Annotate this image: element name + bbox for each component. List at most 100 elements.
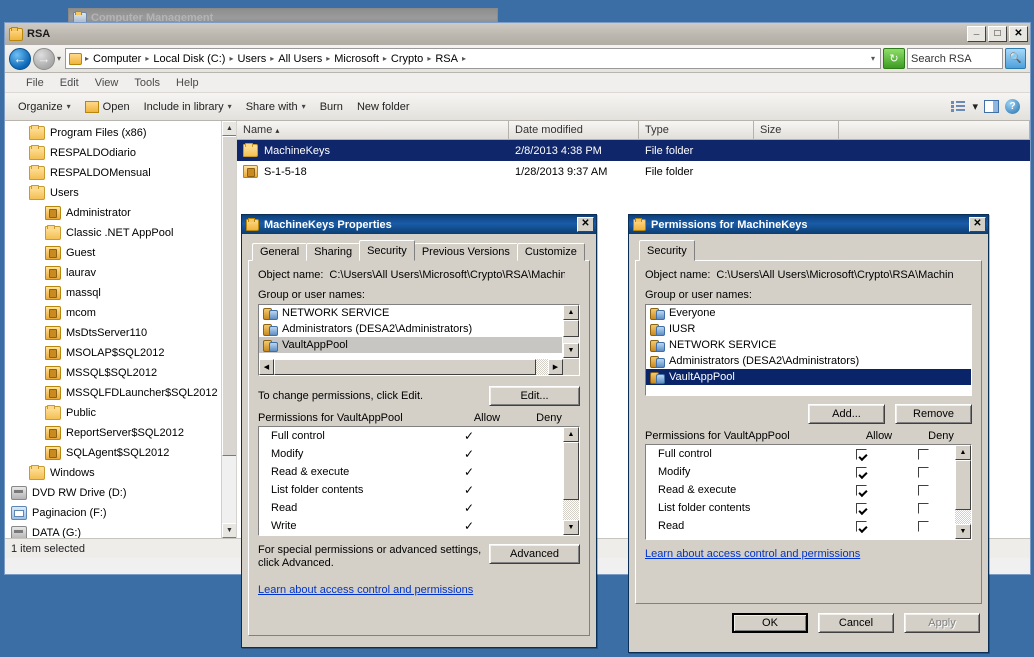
chevron-down-icon[interactable]: ▾ — [972, 100, 978, 113]
preview-pane-icon[interactable] — [984, 100, 999, 113]
allow-checkbox[interactable] — [855, 484, 867, 496]
permissions-close-button[interactable]: ✕ — [969, 217, 986, 232]
menu-help[interactable]: Help — [169, 76, 206, 90]
permissions-vscrollbar[interactable]: ▲ ▼ — [955, 445, 971, 539]
allow-checkbox[interactable] — [855, 448, 867, 460]
minimize-button[interactable]: _ — [967, 26, 986, 42]
menu-tools[interactable]: Tools — [127, 76, 167, 90]
ok-button[interactable]: OK — [732, 613, 808, 633]
column-header-name[interactable]: Name ▴ — [237, 121, 509, 139]
perm-scroll-up-button[interactable]: ▲ — [955, 445, 971, 460]
burn-button[interactable]: Burn — [313, 98, 350, 116]
list-item[interactable]: VaultAppPool — [646, 369, 971, 385]
tree-item-data-g[interactable]: DATA (G:) — [5, 523, 236, 538]
permission-row[interactable]: Modify — [646, 463, 954, 481]
breadcrumb-item-local-disk[interactable]: Local Disk (C:) — [150, 53, 228, 65]
nav-scroll-down-button[interactable]: ▼ — [222, 523, 236, 538]
allow-checkbox[interactable] — [855, 502, 867, 514]
forward-button[interactable]: → — [33, 47, 55, 70]
tab-sharing[interactable]: Sharing — [306, 243, 361, 261]
permission-row[interactable]: Write ✓ — [259, 517, 562, 535]
tree-item-dvd-rw-drive-d[interactable]: DVD RW Drive (D:) — [5, 483, 236, 503]
cancel-button[interactable]: Cancel — [818, 613, 894, 633]
tree-item-users[interactable]: Users — [5, 183, 236, 203]
tab-general[interactable]: General — [252, 243, 308, 261]
permission-row[interactable]: Full control ✓ — [259, 427, 562, 445]
tab-security[interactable]: Security — [639, 240, 695, 261]
share-with-button[interactable]: Share with ▾ — [239, 98, 313, 116]
tree-item-respaldomensual[interactable]: RESPALDOMensual — [5, 163, 236, 183]
permission-row[interactable]: Read ✓ — [259, 499, 562, 517]
allow-cell[interactable] — [830, 502, 892, 514]
learn-about-access-control-link[interactable]: Learn about access control and permissio… — [645, 548, 860, 560]
deny-cell[interactable] — [892, 484, 954, 496]
tree-item-msdtsserver110[interactable]: MsDtsServer110 — [5, 323, 236, 343]
group-list-vscrollbar[interactable]: ▲ ▼ — [563, 305, 579, 358]
breadcrumb-item-microsoft[interactable]: Microsoft — [331, 53, 382, 65]
search-icon[interactable]: 🔍 — [1005, 48, 1026, 69]
perm-scroll-thumb[interactable] — [563, 442, 579, 500]
apply-button[interactable]: Apply — [904, 613, 980, 633]
perm-scroll-down-button[interactable]: ▼ — [955, 524, 971, 539]
permissions-for-machinekeys-dialog[interactable]: Permissions for MachineKeys ✕ Security O… — [628, 214, 989, 653]
learn-about-access-control-link[interactable]: Learn about access control and permissio… — [258, 584, 473, 596]
advanced-button[interactable]: Advanced — [489, 544, 580, 564]
table-row[interactable]: S-1-5-18 1/28/2013 9:37 AM File folder — [237, 161, 1030, 182]
permission-row[interactable]: Modify ✓ — [259, 445, 562, 463]
list-item[interactable]: IUSR — [646, 321, 971, 337]
perm-scroll-up-button[interactable]: ▲ — [563, 427, 579, 442]
maximize-button[interactable]: □ — [988, 26, 1007, 42]
nav-scroll-thumb[interactable] — [222, 136, 236, 456]
permission-row[interactable]: Read — [646, 517, 954, 535]
list-item[interactable]: NETWORK SERVICE — [259, 305, 562, 321]
deny-cell[interactable] — [892, 448, 954, 460]
include-in-library-button[interactable]: Include in library ▾ — [137, 98, 239, 116]
nav-scroll-up-button[interactable]: ▲ — [222, 121, 236, 136]
tree-item-public[interactable]: Public — [5, 403, 236, 423]
group-hscroll-thumb[interactable] — [274, 359, 536, 375]
edit-button[interactable]: Edit... — [489, 386, 580, 406]
permissions-list[interactable]: Full control Modify Read & execute List fol… — [645, 444, 972, 540]
perm-scroll-thumb[interactable] — [955, 460, 971, 510]
tree-item-respaldodiario[interactable]: RESPALDOdiario — [5, 143, 236, 163]
allow-cell[interactable] — [830, 520, 892, 532]
allow-cell[interactable] — [830, 448, 892, 460]
tree-item-paginacion-f[interactable]: Paginacion (F:) — [5, 503, 236, 523]
perm-scroll-down-button[interactable]: ▼ — [563, 520, 579, 535]
breadcrumb-item-computer[interactable]: Computer — [90, 53, 144, 65]
deny-checkbox[interactable] — [917, 466, 929, 478]
add-button[interactable]: Add... — [808, 404, 885, 424]
group-scroll-right-button[interactable]: ▶ — [548, 359, 563, 375]
breadcrumb-item-crypto[interactable]: Crypto — [388, 53, 426, 65]
deny-cell[interactable] — [892, 520, 954, 532]
tab-previous-versions[interactable]: Previous Versions — [413, 243, 518, 261]
explorer-titlebar[interactable]: RSA _ □ ✕ — [5, 23, 1030, 45]
breadcrumb[interactable]: ▸ Computer ▸ Local Disk (C:) ▸ Users ▸ A… — [65, 48, 881, 69]
tree-item-windows[interactable]: Windows — [5, 463, 236, 483]
nav-scrollbar[interactable]: ▲ ▼ — [221, 121, 236, 538]
list-item[interactable]: Administrators (DESA2\Administrators) — [646, 353, 971, 369]
open-button[interactable]: Open — [78, 98, 137, 116]
deny-checkbox[interactable] — [917, 502, 929, 514]
list-item[interactable]: VaultAppPool — [259, 337, 562, 353]
breadcrumb-item-all-users[interactable]: All Users — [275, 53, 325, 65]
permission-row[interactable]: Read & execute ✓ — [259, 463, 562, 481]
view-options-icon[interactable] — [951, 100, 966, 113]
permission-row[interactable]: List folder contents — [646, 499, 954, 517]
tree-item-massql[interactable]: massql — [5, 283, 236, 303]
list-item[interactable]: NETWORK SERVICE — [646, 337, 971, 353]
refresh-icon[interactable]: ↻ — [883, 48, 905, 69]
permissions-list[interactable]: Full control ✓ Modify ✓ Read & execute ✓ List … — [258, 426, 580, 536]
back-button[interactable]: ← — [9, 47, 31, 70]
navigation-pane[interactable]: Program Files (x86) RESPALDOdiario RESPALD… — [5, 121, 237, 538]
deny-checkbox[interactable] — [917, 520, 929, 532]
search-input[interactable]: Search RSA — [907, 48, 1003, 69]
group-list[interactable]: NETWORK SERVICE Administrators (DESA2\Adm… — [258, 304, 580, 376]
group-scroll-thumb[interactable] — [563, 320, 579, 337]
column-header-size[interactable]: Size — [754, 121, 839, 139]
deny-cell[interactable] — [892, 466, 954, 478]
allow-checkbox[interactable] — [855, 520, 867, 532]
properties-titlebar[interactable]: MachineKeys Properties ✕ — [242, 215, 596, 234]
tree-item-reportserver-sql2012[interactable]: ReportServer$SQL2012 — [5, 423, 236, 443]
tree-item-sqlagent-sql2012[interactable]: SQLAgent$SQL2012 — [5, 443, 236, 463]
